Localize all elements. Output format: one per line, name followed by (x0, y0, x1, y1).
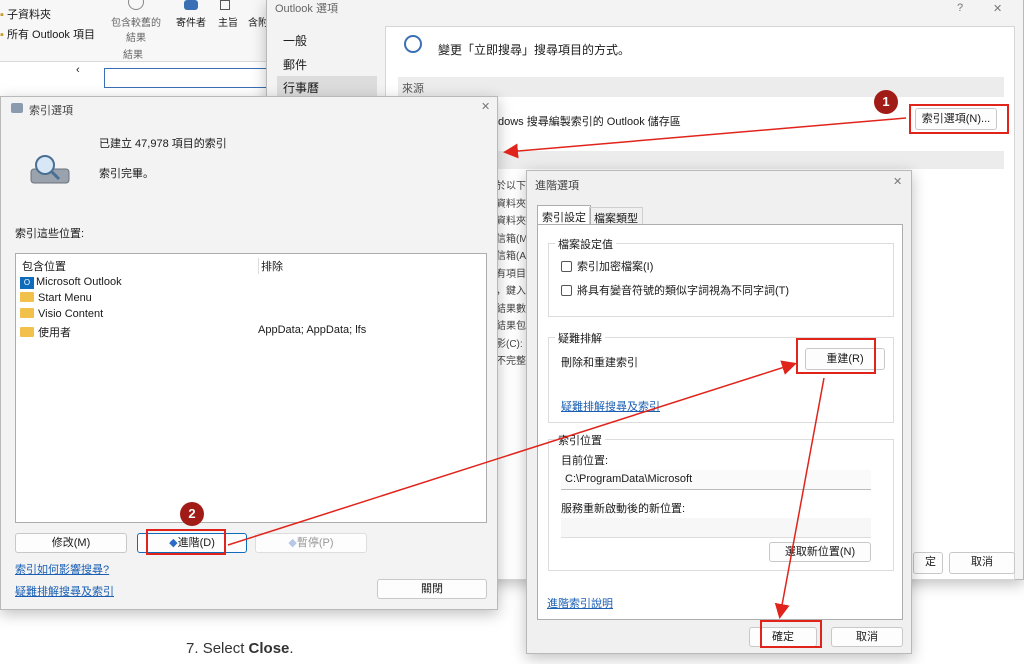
step-badge-1: 1 (874, 90, 898, 114)
arrow-3 (774, 377, 825, 619)
step-text-post: . (289, 640, 294, 657)
arrow-1 (503, 117, 907, 159)
step-caption: 7. Select Close. (186, 640, 294, 657)
annotation-arrows (227, 117, 907, 619)
step-badge-2: 2 (180, 502, 204, 526)
step-text-bold: Close (248, 640, 290, 657)
arrow-2 (227, 360, 797, 546)
step-text-pre: Select (202, 640, 249, 657)
step-number: 7. (186, 640, 199, 657)
